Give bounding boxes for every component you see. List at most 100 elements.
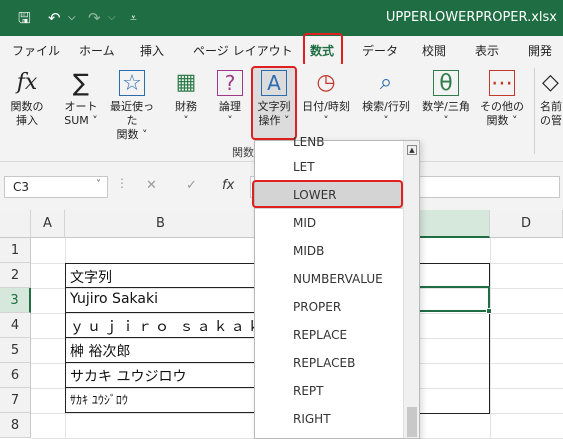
window-title: UPPERLOWERPROPER.xlsx xyxy=(385,10,557,25)
menu-item-proper[interactable]: PROPER xyxy=(255,293,403,321)
redo-icon: ↷ xyxy=(88,9,101,27)
button-label: 関数 ˅ xyxy=(116,128,148,141)
row-header[interactable]: 3 xyxy=(0,288,31,313)
insert-function-button[interactable]: fx 関数の 挿入 xyxy=(6,68,48,140)
more-functions-button[interactable]: ⋯ その他の 関数 ˅ xyxy=(476,68,528,140)
button-label: ˅ xyxy=(227,114,233,127)
logical-button[interactable]: ? 論理 ˅ xyxy=(212,68,248,140)
tab-developer[interactable]: 開発 xyxy=(528,42,552,59)
button-label: 関数の xyxy=(10,100,44,113)
magnifier-icon: ⌕ xyxy=(379,70,393,95)
button-label: ˅ xyxy=(383,114,389,127)
function-library-group-label: 関数 xyxy=(232,146,254,159)
gridline xyxy=(490,238,491,439)
button-label: 挿入 xyxy=(16,114,38,127)
tab-view[interactable]: 表示 xyxy=(475,42,499,59)
splitter-icon[interactable]: ⋮ xyxy=(116,176,128,190)
name-manager-button[interactable]: ◇ 名前 の管 xyxy=(540,68,563,140)
lookup-reference-button[interactable]: ⌕ 検索/行列 ˅ xyxy=(358,68,414,140)
column-header[interactable]: B xyxy=(65,210,257,238)
name-manager-icon: ◇ xyxy=(542,70,559,95)
menu-item-partial[interactable]: LENB xyxy=(293,135,324,149)
button-label: オート xyxy=(64,100,98,113)
button-label: 名前 xyxy=(540,100,562,113)
customize-qat-icon[interactable]: ⩡ xyxy=(130,9,137,27)
menu-item-rept[interactable]: REPT xyxy=(255,377,403,405)
name-box[interactable]: C3 ˅ xyxy=(4,176,108,198)
button-label: その他の xyxy=(480,100,524,113)
button-label: ˅ xyxy=(183,114,189,127)
tab-file[interactable]: ファイル xyxy=(12,42,60,59)
ribbon-divider xyxy=(534,68,535,154)
menu-item-replace[interactable]: REPLACE xyxy=(255,321,403,349)
button-label: 財務 xyxy=(175,100,197,113)
button-label: 日付/時刻 xyxy=(302,100,350,113)
title-bar: 🖫 ↶ ⌵ ↷ ⌵ ⩡ UPPERLOWERPROPER.xlsx xyxy=(0,0,563,36)
undo-dropdown-icon[interactable]: ⌵ xyxy=(68,9,76,27)
lower-item-highlight xyxy=(252,180,403,208)
column-header[interactable]: A xyxy=(31,210,65,238)
tab-insert[interactable]: 挿入 xyxy=(140,42,164,59)
cell-b3[interactable]: Yujiro Sakaki xyxy=(65,288,257,313)
tab-data[interactable]: データ xyxy=(362,42,398,59)
autosum-button[interactable]: ∑ オート SUM ˅ xyxy=(58,68,104,140)
star-icon: ☆ xyxy=(119,70,145,96)
row-header[interactable]: 4 xyxy=(0,313,31,338)
question-icon: ? xyxy=(217,70,243,96)
select-all-corner[interactable] xyxy=(0,210,31,238)
menu-item-mid[interactable]: MID xyxy=(255,209,403,237)
button-label: の管 xyxy=(540,114,562,127)
button-label: ˅ xyxy=(323,114,329,127)
fill-handle[interactable] xyxy=(486,308,492,314)
financial-button[interactable]: ▦ 財務 ˅ xyxy=(168,68,204,140)
scroll-thumb[interactable] xyxy=(407,407,417,437)
cell-b2[interactable]: 文字列 xyxy=(65,263,257,288)
date-time-button[interactable]: ◷ 日付/時刻 ˅ xyxy=(298,68,354,140)
menu-item-midb[interactable]: MIDB xyxy=(255,237,403,265)
row-header[interactable]: 5 xyxy=(0,338,31,363)
row-header[interactable]: 1 xyxy=(0,238,31,263)
scroll-up-icon[interactable]: ▲ xyxy=(407,145,417,155)
theta-icon: θ xyxy=(433,70,459,96)
redo-dropdown-icon: ⌵ xyxy=(108,12,116,23)
enter-icon[interactable]: ✓ xyxy=(186,178,197,193)
menu-scrollbar[interactable]: ▲ xyxy=(403,141,419,438)
insert-function-icon[interactable]: fx xyxy=(222,178,234,193)
math-trig-button[interactable]: θ 数学/三角 ˅ xyxy=(418,68,474,140)
menu-item-right[interactable]: RIGHT xyxy=(255,405,403,433)
financial-icon: ▦ xyxy=(175,70,197,95)
column-header[interactable]: D xyxy=(490,210,563,238)
sigma-icon: ∑ xyxy=(72,69,90,97)
menu-item-let[interactable]: LET xyxy=(255,153,403,181)
save-icon[interactable]: 🖫 xyxy=(18,9,31,27)
row-header[interactable]: 2 xyxy=(0,263,31,288)
menu-item-replaceb[interactable]: REPLACEB xyxy=(255,349,403,377)
button-label: 数学/三角 xyxy=(422,100,470,113)
menu-item-numbervalue[interactable]: NUMBERVALUE xyxy=(255,265,403,293)
button-label: ˅ xyxy=(443,114,449,127)
cell-b5[interactable]: 榊 裕次郎 xyxy=(65,338,257,363)
undo-icon[interactable]: ↶ xyxy=(48,9,61,27)
button-label: 関数 ˅ xyxy=(486,114,518,127)
cell-b4[interactable]: ｙｕｊｉｒｏ ｓａｋａｋ xyxy=(65,313,257,338)
button-label: 検索/行列 xyxy=(362,100,410,113)
tab-review[interactable]: 校閲 xyxy=(422,42,446,59)
row-header[interactable]: 7 xyxy=(0,388,31,413)
clock-icon: ◷ xyxy=(316,70,336,95)
cell-b7[interactable]: ｻｶｷ ﾕｳｼﾞﾛｳ xyxy=(65,388,257,413)
button-label: SUM ˅ xyxy=(64,114,98,127)
more-icon: ⋯ xyxy=(489,70,515,96)
row-header[interactable]: 8 xyxy=(0,413,31,438)
name-box-value: C3 xyxy=(13,180,30,194)
formulas-tab-highlight xyxy=(303,33,343,67)
function-icon: fx xyxy=(16,70,38,95)
chevron-down-icon[interactable]: ˅ xyxy=(96,179,101,190)
tab-home[interactable]: ホーム xyxy=(79,42,115,59)
cancel-icon[interactable]: ✕ xyxy=(146,178,157,193)
button-label: 最近使った xyxy=(110,100,154,127)
recently-used-button[interactable]: ☆ 最近使った 関数 ˅ xyxy=(106,68,158,141)
row-header[interactable]: 6 xyxy=(0,363,31,388)
text-functions-highlight xyxy=(251,66,297,140)
cell-b6[interactable]: サカキ ユウジロウ xyxy=(65,363,257,388)
tab-page-layout[interactable]: ページ レイアウト xyxy=(193,42,293,59)
